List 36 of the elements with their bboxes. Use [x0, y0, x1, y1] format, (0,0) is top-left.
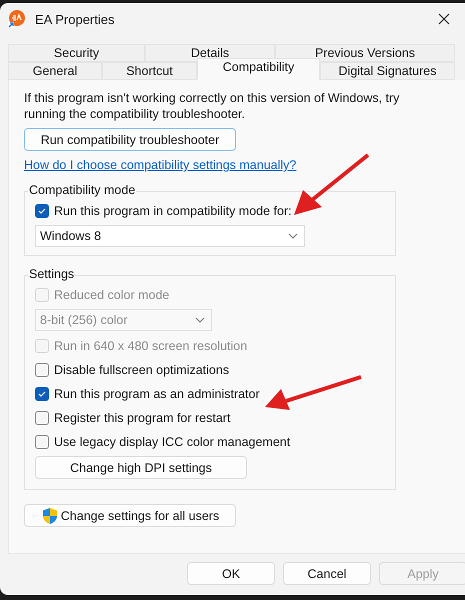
tab[interactable]: Digital Signatures	[320, 62, 455, 80]
tab[interactable]: Compatibility	[197, 58, 320, 80]
checkbox-label: Use legacy display ICC color management	[54, 435, 290, 449]
intro-text: If this program isn't working correctly on this version of Windows, try running the compatibility troubleshooter.	[24, 90, 400, 122]
close-icon[interactable]	[438, 13, 450, 25]
checkbox-label: Run this program in compatibility mode for:	[54, 204, 292, 218]
dialog-button[interactable]: OK	[187, 562, 275, 585]
chevron-icon	[288, 233, 298, 239]
checkbox-label: Disable fullscreen optimizations	[54, 363, 230, 377]
help-link[interactable]: How do I choose compatibility settings manually?	[24, 158, 296, 172]
window-title: EA Properties	[35, 12, 116, 26]
app-icon	[7, 9, 27, 29]
check-icon	[37, 389, 47, 399]
checkbox-label: Run this program as an administrator	[54, 387, 260, 401]
checkbox[interactable]	[35, 387, 49, 401]
shield-icon	[40, 506, 59, 524]
check-icon	[37, 206, 47, 216]
checkbox-label: Run in 640 x 480 screen resolution	[54, 339, 248, 353]
chevron-icon	[195, 317, 205, 323]
checkbox[interactable]	[35, 435, 49, 449]
tab[interactable]: General	[8, 62, 102, 80]
checkbox[interactable]	[35, 411, 49, 425]
all-users-button[interactable]: Change settings for all users	[24, 504, 236, 527]
dialog-button[interactable]: Cancel	[283, 562, 371, 585]
checkbox-label: Register this program for restart	[54, 411, 230, 425]
dpi-settings-button[interactable]: Change high DPI settings	[35, 456, 247, 479]
troubleshooter-button[interactable]: Run compatibility troubleshooter	[24, 128, 236, 151]
checkbox[interactable]	[35, 204, 49, 218]
tab[interactable]: Security	[8, 44, 145, 62]
group-title: Compatibility mode	[28, 183, 136, 197]
tab[interactable]: Shortcut	[102, 62, 197, 80]
tab[interactable]: Previous Versions	[275, 44, 455, 62]
checkbox[interactable]	[35, 363, 49, 377]
dropdown[interactable]: Windows 8	[35, 225, 305, 247]
group-title: Settings	[28, 267, 76, 281]
checkbox-label: Reduced color mode	[54, 288, 170, 302]
